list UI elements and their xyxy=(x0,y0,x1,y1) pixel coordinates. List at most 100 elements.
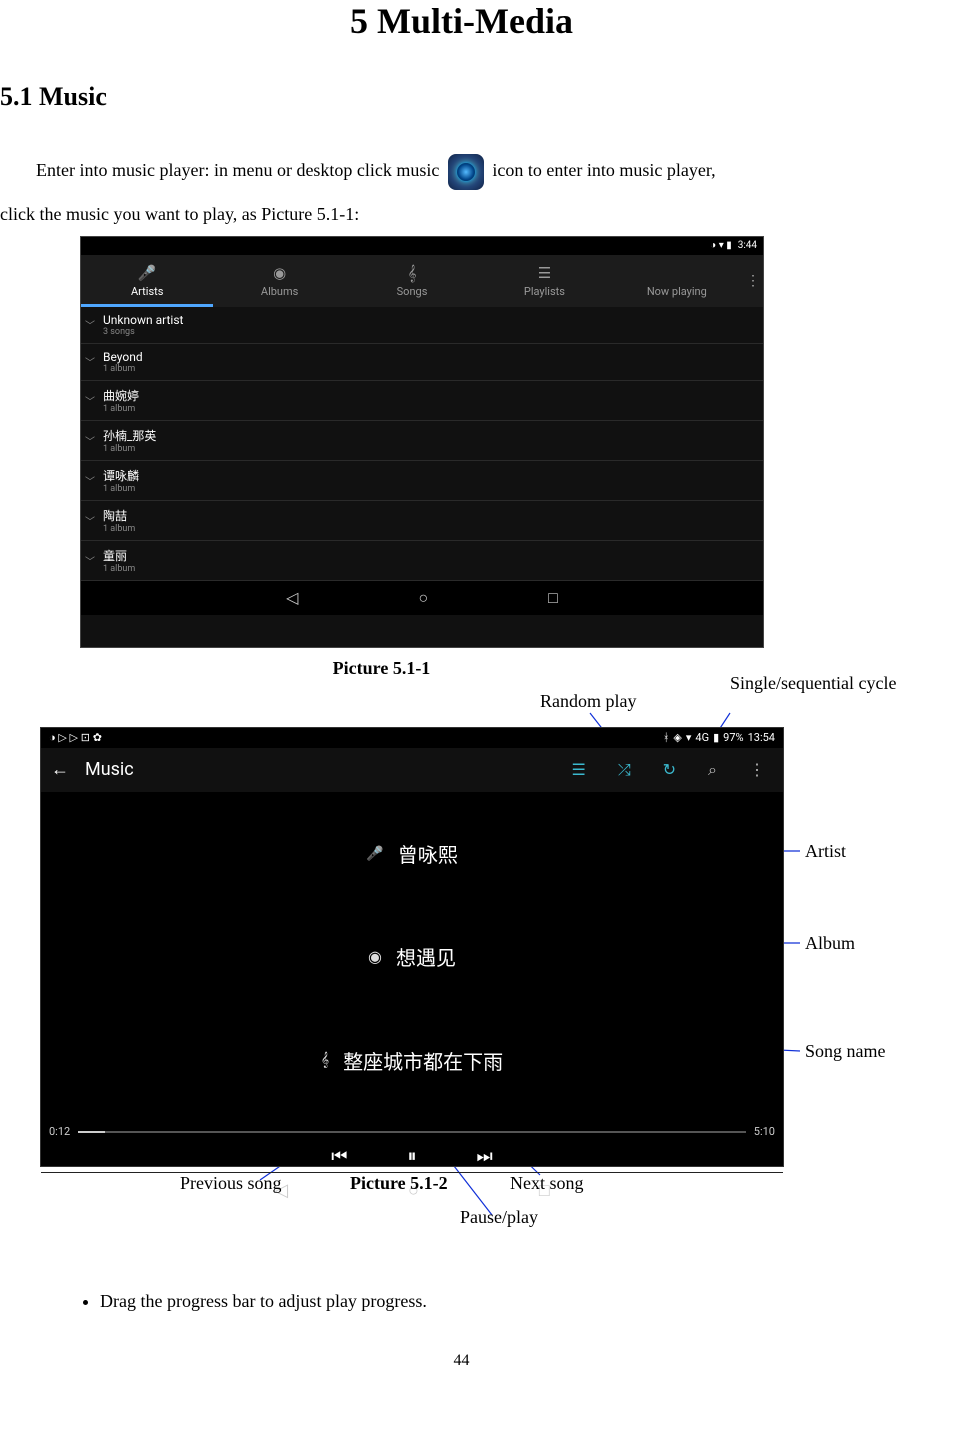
artist-name: Beyond xyxy=(103,350,753,364)
nav-recent-icon[interactable]: □ xyxy=(548,588,558,608)
artist-name: 陶喆 xyxy=(103,507,753,524)
page-number: 44 xyxy=(0,1352,923,1370)
status-notif-icons: ◑ ▷ ▷ ⊡ ✿ xyxy=(49,731,102,744)
queue-icon[interactable]: ☰ xyxy=(571,760,585,779)
artist-name: 曲婉婷 xyxy=(103,387,753,404)
header-title: Music xyxy=(85,759,547,780)
time-elapsed: 0:12 xyxy=(49,1125,70,1138)
tab-nowplaying[interactable]: Now playing xyxy=(611,255,743,307)
intro-line2: click the music you want to play, as Pic… xyxy=(0,196,923,232)
tab-artists[interactable]: 🎤 Artists xyxy=(81,255,213,307)
artist-sub: 1 album xyxy=(103,524,753,534)
artist-sub: 3 songs xyxy=(103,327,753,337)
annotation-songname: Song name xyxy=(805,1041,886,1062)
wifi-icon: ◈ xyxy=(673,731,681,744)
list-item[interactable]: ﹀ Beyond 1 album xyxy=(81,344,763,381)
nowplaying-song: 整座城市都在下雨 xyxy=(343,1046,503,1075)
playback-controls: ⏮ ⏸ ⏭ xyxy=(41,1142,783,1172)
signal-text: 4G xyxy=(695,731,709,744)
nowplaying-header: ← Music ☰ ⤮ ↻ ⌕ ⋮ xyxy=(41,748,783,792)
annotation-random-play: Random play xyxy=(540,691,637,712)
android-navbar: ◁ ○ □ xyxy=(81,581,763,615)
bullet-item: Drag the progress bar to adjust play pro… xyxy=(100,1291,923,1312)
intro-paragraph: Enter into music player: in menu or desk… xyxy=(0,152,923,190)
artist-name: 孙楠_那英 xyxy=(103,427,753,444)
nav-home-icon[interactable]: ○ xyxy=(418,588,428,608)
nowplaying-album: 想遇见 xyxy=(396,942,456,971)
list-item[interactable]: ﹀ 陶喆 1 album xyxy=(81,501,763,541)
search-icon[interactable]: ⌕ xyxy=(708,760,717,780)
chevron-down-icon: ﹀ xyxy=(85,473,103,488)
battery-text: 97% xyxy=(723,731,743,744)
pause-button[interactable]: ⏸ xyxy=(408,1146,417,1167)
artist-sub: 1 album xyxy=(103,404,753,414)
artist-sub: 1 album xyxy=(103,484,753,494)
bullet-list: Drag the progress bar to adjust play pro… xyxy=(0,1291,923,1312)
artist-name: Unknown artist xyxy=(103,313,753,327)
bt-icon: ᚼ xyxy=(663,731,670,744)
tab-songs-label: Songs xyxy=(397,285,428,298)
artist-name: 童丽 xyxy=(103,547,753,564)
artist-list: ﹀ Unknown artist 3 songs ﹀ Beyond 1 albu… xyxy=(81,307,763,581)
intro-text-1: Enter into music player: in menu or desk… xyxy=(36,160,444,180)
annotation-cycle: Single/sequential cycle xyxy=(730,673,896,694)
artist-sub: 1 album xyxy=(103,444,753,454)
previous-button[interactable]: ⏮ xyxy=(331,1146,347,1167)
status-bar: ◑ ▷ ▷ ⊡ ✿ ᚼ ◈ ▾ 4G ▮ 97% 13:54 xyxy=(41,728,783,748)
mic-icon: 🎤 xyxy=(366,846,383,862)
annotation-next-song: Next song xyxy=(510,1173,584,1194)
disc-icon: ◉ xyxy=(368,947,382,966)
list-item[interactable]: ﹀ 童丽 1 album xyxy=(81,541,763,581)
mic-icon: 🎤 xyxy=(138,264,157,282)
chevron-down-icon: ﹀ xyxy=(85,354,103,369)
list-item[interactable]: ﹀ 曲婉婷 1 album xyxy=(81,381,763,421)
chevron-down-icon: ﹀ xyxy=(85,393,103,408)
list-icon: ☰ xyxy=(538,264,551,282)
annotation-artist: Artist xyxy=(805,841,846,862)
annotation-previous-song: Previous song xyxy=(180,1173,282,1194)
screenshot-artists-list: ◑ ▾ ▮ 3:44 🎤 Artists ◉ Albums 𝄞 Songs ☰ … xyxy=(80,236,764,648)
back-icon[interactable]: ← xyxy=(51,759,69,780)
repeat-icon[interactable]: ↻ xyxy=(663,760,676,779)
chapter-title: 5 Multi-Media xyxy=(0,0,923,42)
signal-icon: ▾ xyxy=(686,731,692,744)
overflow-icon[interactable]: ⋮ xyxy=(749,760,765,779)
tab-playlists[interactable]: ☰ Playlists xyxy=(478,255,610,307)
section-title: 5.1 Music xyxy=(0,82,923,112)
figure-caption-1: Picture 5.1-1 xyxy=(0,658,843,679)
tab-albums-label: Albums xyxy=(261,285,298,298)
tab-nowplaying-label: Now playing xyxy=(647,285,707,298)
overflow-menu[interactable]: ⋮ xyxy=(743,255,763,307)
note-icon: 𝄞 xyxy=(321,1052,329,1068)
chevron-down-icon: ﹀ xyxy=(85,433,103,448)
battery-icon: ▮ xyxy=(713,731,719,744)
next-button[interactable]: ⏭ xyxy=(477,1146,493,1167)
list-item[interactable]: ﹀ 孙楠_那英 1 album xyxy=(81,421,763,461)
progress-bar[interactable] xyxy=(78,1131,746,1133)
disc-icon: ◉ xyxy=(273,264,286,282)
annotated-figure-2: Random play Single/sequential cycle Arti… xyxy=(0,685,923,1275)
status-time: 13:54 xyxy=(748,731,775,744)
music-app-icon xyxy=(448,154,484,190)
chevron-down-icon: ﹀ xyxy=(85,513,103,528)
chevron-down-icon: ﹀ xyxy=(85,317,103,332)
artist-sub: 1 album xyxy=(103,364,753,374)
nowplaying-album-row[interactable]: ◉ 想遇见 xyxy=(41,942,783,971)
nowplaying-icon xyxy=(675,264,679,282)
list-item[interactable]: ﹀ 谭咏麟 1 album xyxy=(81,461,763,501)
list-item[interactable]: ﹀ Unknown artist 3 songs xyxy=(81,307,763,344)
chevron-down-icon: ﹀ xyxy=(85,553,103,568)
artist-sub: 1 album xyxy=(103,564,753,574)
nowplaying-artist: 曾咏熙 xyxy=(398,839,458,868)
nav-back-icon[interactable]: ◁ xyxy=(286,588,298,607)
nowplaying-song-row[interactable]: 𝄞 整座城市都在下雨 xyxy=(41,1046,783,1075)
shuffle-icon[interactable]: ⤮ xyxy=(618,760,631,780)
nowplaying-artist-row[interactable]: 🎤 曾咏熙 xyxy=(41,839,783,868)
tab-albums[interactable]: ◉ Albums xyxy=(213,255,345,307)
tab-playlists-label: Playlists xyxy=(524,285,565,298)
screenshot-now-playing: ◑ ▷ ▷ ⊡ ✿ ᚼ ◈ ▾ 4G ▮ 97% 13:54 ← Music ☰… xyxy=(40,727,784,1167)
annotation-album: Album xyxy=(805,933,855,954)
status-icons: ◑ ▾ ▮ xyxy=(710,240,732,251)
tab-artists-label: Artists xyxy=(131,285,163,298)
tab-songs[interactable]: 𝄞 Songs xyxy=(346,255,478,307)
